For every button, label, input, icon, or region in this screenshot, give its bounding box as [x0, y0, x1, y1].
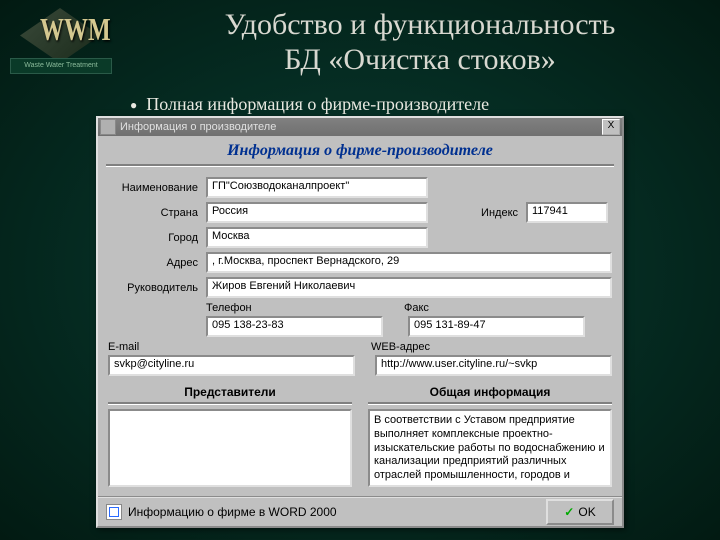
label-index: Индекс	[458, 207, 526, 219]
check-icon: ✓	[564, 505, 574, 519]
info-section: Общая информация В соответствии с Уставо…	[368, 382, 612, 487]
ok-label: OK	[578, 505, 595, 519]
label-fax: Факс	[404, 302, 472, 314]
slide: WWM Waste Water Treatment Удобство и фун…	[0, 0, 720, 540]
email-field[interactable]: svkp@cityline.ru	[108, 355, 355, 376]
window-footer: Информацию о фирме в WORD 2000 ✓ OK	[98, 496, 622, 526]
ok-button[interactable]: ✓ OK	[546, 499, 614, 525]
form-header: Информация о фирме-производителе	[98, 136, 622, 164]
reps-field[interactable]	[108, 409, 352, 487]
country-field[interactable]: Россия	[206, 202, 428, 223]
title-line1: Удобство и функциональность	[225, 8, 616, 41]
phone-field[interactable]: 095 138-23-83	[206, 316, 383, 337]
title-line2: БД «Очистка стоков»	[284, 43, 555, 76]
label-head: Руководитель	[108, 282, 206, 294]
fax-field[interactable]: 095 131-89-47	[408, 316, 585, 337]
label-email: E-mail	[108, 341, 166, 353]
word-export-label[interactable]: Информацию о фирме в WORD 2000	[128, 505, 337, 519]
info-field[interactable]: В соответствии с Уставом предприятие вып…	[368, 409, 612, 487]
name-field[interactable]: ГП"Союзводоканалпроект"	[206, 177, 428, 198]
label-phone: Телефон	[206, 302, 274, 314]
logo: WWM Waste Water Treatment	[10, 8, 110, 78]
close-button[interactable]: X	[602, 119, 620, 135]
slide-title: Удобство и функциональность БД «Очистка …	[140, 8, 700, 77]
label-web: WEB-адрес	[371, 341, 459, 353]
label-city: Город	[108, 232, 206, 244]
label-country: Страна	[108, 207, 206, 219]
form-body: Наименование ГП"Союзводоканалпроект" Стр…	[98, 167, 622, 497]
app-icon	[100, 119, 116, 135]
head-field[interactable]: Жиров Евгений Николаевич	[206, 277, 612, 298]
label-address: Адрес	[108, 257, 206, 269]
manufacturer-info-window: Информация о производителе X Информация …	[96, 116, 624, 528]
address-field[interactable]: , г.Москва, проспект Вернадского, 29	[206, 252, 612, 273]
reps-section: Представители	[108, 382, 352, 487]
logo-text: WWM	[40, 14, 111, 49]
bullet-item: Полная информация о фирме-производителе	[130, 94, 489, 115]
word-icon[interactable]	[106, 504, 122, 520]
label-info: Общая информация	[368, 382, 612, 402]
web-field[interactable]: http://www.user.cityline.ru/~svkp	[375, 355, 612, 376]
logo-bar: Waste Water Treatment	[10, 58, 112, 74]
city-field[interactable]: Москва	[206, 227, 428, 248]
label-reps: Представители	[108, 382, 352, 402]
window-title: Информация о производителе	[120, 121, 276, 133]
index-field[interactable]: 117941	[526, 202, 608, 223]
titlebar[interactable]: Информация о производителе X	[98, 118, 622, 136]
label-name: Наименование	[108, 182, 206, 194]
